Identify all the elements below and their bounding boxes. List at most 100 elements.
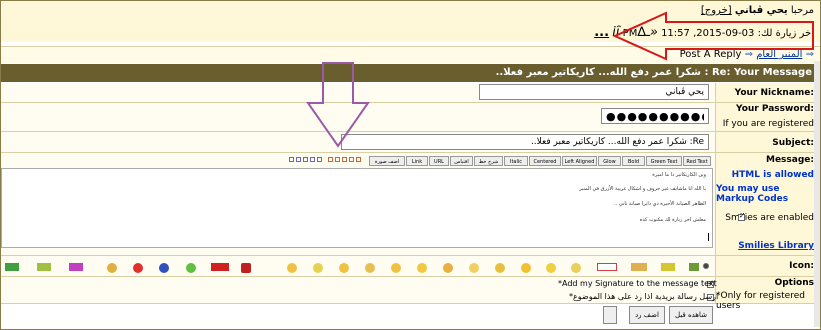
toolbar-green-text-button[interactable]: Green Text (646, 156, 682, 166)
nickname-label-cell: Your Nickname: (715, 83, 820, 102)
user-header: مرحبا يحي ڤباني [خروج] اخر زيارة لك: 03-… (1, 1, 820, 42)
password-label: Your Password: (736, 104, 814, 114)
toolbar-bold-button[interactable]: Bold (622, 156, 645, 166)
color-swatch[interactable] (328, 157, 333, 162)
password-cell (1, 103, 715, 131)
post-icon[interactable] (211, 263, 229, 271)
color-swatch[interactable] (317, 157, 322, 162)
color-swatch[interactable] (349, 157, 354, 162)
smiley-icon[interactable] (443, 263, 453, 273)
post-reply-crumb: Post A Reply (679, 49, 742, 60)
submit-reply-button[interactable]: اضف رد (629, 306, 665, 324)
message-line: الظاهر الصيانة الأخيرة دي دايرا صيانة تا… (614, 201, 706, 207)
icon-label-cell: Icon: (715, 256, 820, 276)
last-visit-label: اخر زيارة لك: (757, 28, 814, 39)
smiley-icon[interactable] (313, 263, 323, 273)
subject-label-cell: Subject: (715, 132, 820, 152)
last-visit-date: 03-09-2015, (693, 28, 755, 39)
breadcrumb-arrow-icon: ⇒ (744, 49, 753, 60)
message-textarea[interactable]: وين الكاريكاتير دا ما اميرة يا الله انا … (1, 168, 713, 248)
smiley-icon[interactable] (391, 263, 401, 273)
toolbar-underline-button[interactable]: شرح خط (474, 156, 503, 166)
smiley-icon[interactable] (107, 263, 117, 273)
post-icon[interactable] (5, 263, 19, 271)
smiley-icon[interactable] (571, 263, 581, 273)
password-row: Your Password: If you are registered (1, 103, 820, 132)
blank-button[interactable] (603, 306, 617, 324)
email-notify-label: ارسل رسالة بريدية اذا رد على هذا الموضوع… (569, 292, 719, 301)
breadcrumb: ⇒ المنبر العام ⇒ Post A Reply (680, 49, 814, 60)
logout-link[interactable]: [خروج] (701, 5, 732, 16)
subject-input[interactable] (341, 134, 709, 150)
signature-label: *Add my Signature to the message text (558, 279, 717, 288)
color-swatch[interactable] (303, 157, 308, 162)
post-icon[interactable] (661, 263, 675, 271)
smiley-icon[interactable] (495, 263, 505, 273)
subject-cell (1, 132, 715, 152)
color-swatch[interactable] (342, 157, 347, 162)
nickname-input[interactable] (479, 84, 709, 100)
welcome-line: مرحبا يحي ڤباني [خروج] (701, 5, 814, 16)
markup-codes-link[interactable]: You may use Markup Codes (716, 184, 818, 204)
welcome-prefix: مرحبا (790, 5, 814, 16)
post-icon[interactable] (597, 263, 617, 271)
options-label: Options (774, 278, 814, 288)
page-title: Re: Your Message : شكرا عمر دفع الله... … (495, 67, 812, 78)
toolbar-centered-button[interactable]: Centered (529, 156, 561, 166)
smiley-icon[interactable] (365, 263, 375, 273)
nickname-row: Your Nickname: (1, 83, 820, 103)
last-visit-suffix: PM (622, 28, 638, 39)
html-allowed-note: HTML is allowed (731, 170, 814, 180)
smiley-icon[interactable] (133, 263, 143, 273)
smiley-icon[interactable] (339, 263, 349, 273)
color-swatch[interactable] (296, 157, 301, 162)
message-line: معلش اخر زيارة لك مكتوب كده (639, 217, 706, 223)
breadcrumb-arrow-icon: ⇒ (805, 49, 814, 60)
color-swatch[interactable] (356, 157, 361, 162)
smiley-icon[interactable] (546, 263, 556, 273)
rose-icon[interactable] (241, 263, 251, 273)
message-line: وين الكاريكاتير دا ما اميرة (652, 172, 706, 178)
scrollbar[interactable] (814, 61, 820, 327)
page-title-bar: Re: Your Message : شكرا عمر دفع الله... … (1, 64, 820, 82)
password-input[interactable] (601, 108, 709, 124)
reply-form-frame: مرحبا يحي ڤباني [خروج] اخر زيارة لك: 03-… (0, 0, 821, 330)
last-visit-time: 11:57 (661, 28, 690, 39)
toolbar-quote-button[interactable]: اقتباس (450, 156, 473, 166)
smiley-icon[interactable] (469, 263, 479, 273)
last-visit-more-link[interactable]: ... (594, 25, 609, 40)
post-icon[interactable] (689, 263, 699, 271)
username: يحي ڤباني (734, 5, 788, 16)
breadcrumb-bar: ⇒ المنبر العام ⇒ Post A Reply (1, 46, 820, 63)
toolbar-link-button[interactable]: Link (406, 156, 428, 166)
smiley-icon[interactable] (417, 263, 427, 273)
toolbar-left-aligned-button[interactable]: Left Aligned (562, 156, 597, 166)
registered-note: If you are registered (722, 119, 814, 129)
post-icon[interactable] (37, 263, 51, 271)
message-line: يا الله انا ماشايف غير حروف و اشكال غريب… (579, 186, 706, 192)
color-swatch[interactable] (335, 157, 340, 162)
color-swatch[interactable] (310, 157, 315, 162)
smiley-icon[interactable] (521, 263, 531, 273)
forum-link[interactable]: المنبر العام (756, 49, 802, 60)
smilies-enabled-checkbox[interactable] (738, 212, 745, 221)
info-icon[interactable] (159, 263, 169, 273)
nickname-label: Your Nickname: (734, 88, 814, 98)
sparkle-icon[interactable] (186, 263, 196, 273)
toolbar-red-text-button[interactable]: Red Text (683, 156, 711, 166)
toolbar-italic-button[interactable]: Italic (504, 156, 528, 166)
subject-row: Subject: (1, 132, 820, 153)
color-swatch[interactable] (289, 157, 294, 162)
options-note: *Only for registered users (716, 291, 805, 311)
preview-button[interactable]: شاهده قبل نشره (669, 306, 713, 329)
toolbar-url-button[interactable]: URL (429, 156, 449, 166)
smiley-icon[interactable] (287, 263, 297, 273)
toolbar-add-image-button[interactable]: اضف صورة (369, 156, 405, 166)
icon-radio-selected[interactable] (703, 263, 709, 269)
smilies-library-link[interactable]: Smilies Library (738, 241, 814, 251)
post-icon[interactable] (69, 263, 83, 271)
toolbar-glow-button[interactable]: Glow (598, 156, 621, 166)
post-icon[interactable] (631, 263, 647, 271)
options-label-cell: Options *Only for registered users (715, 277, 820, 311)
password-label-cell: Your Password: If you are registered (715, 103, 820, 131)
